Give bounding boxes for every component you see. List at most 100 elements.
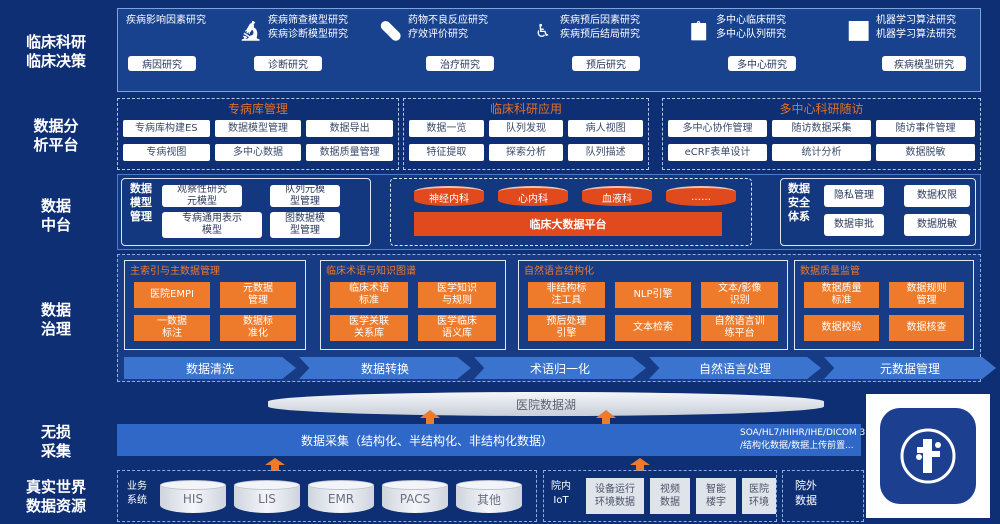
clinical-bigdata-platform[interactable]: 临床大数据平台 [414, 212, 722, 236]
analysis-item[interactable]: 队列描述 [568, 144, 643, 161]
security-item[interactable]: 隐私管理 [824, 185, 884, 207]
up-arrow-icon [420, 410, 440, 424]
iot-item[interactable]: 视频 数据 [650, 478, 690, 514]
department-cylinder[interactable]: 心内科 [498, 186, 568, 206]
pipeline-step[interactable]: 数据清洗 [124, 357, 296, 379]
department-cylinder[interactable]: …… [666, 186, 736, 206]
governance-item[interactable]: 医学知识 与规则 [418, 282, 496, 308]
analysis-item[interactable]: 多中心数据 [214, 144, 302, 161]
analysis-item[interactable]: 随访事件管理 [876, 120, 975, 137]
governance-item[interactable]: 文本/影像 识别 [701, 282, 778, 308]
business-label: 业务 系统 [127, 481, 147, 506]
wheelchair-icon: ♿ [534, 20, 552, 42]
governance-item[interactable]: 医院EMPI [134, 282, 210, 308]
microscope-icon: 🔬 [239, 20, 263, 42]
analysis-group-title: 多中心科研随访 [779, 102, 864, 116]
business-system-cylinder[interactable]: EMR [308, 480, 374, 514]
iot-label: 院内 IoT [551, 481, 571, 506]
security-item[interactable]: 数据脱敏 [904, 214, 970, 236]
governance-item[interactable]: 非结构标 注工具 [528, 282, 605, 308]
governance-item[interactable]: 数据规则 管理 [889, 282, 964, 308]
business-system-cylinder[interactable]: HIS [160, 480, 226, 514]
analysis-item[interactable]: 专病库构建ES [123, 120, 210, 137]
model-mgmt-title: 数据 模型 管理 [130, 182, 152, 223]
collection-standards: SOA/HL7/HIHR/IHE/DICOM 3... /结构化数据/数据上传前… [740, 427, 866, 455]
governance-item[interactable]: 数据标 准化 [220, 315, 296, 341]
analysis-item[interactable]: 统计分析 [772, 144, 871, 161]
analysis-item[interactable]: 探索分析 [488, 144, 564, 161]
decision-item-line1: 疾病筛查模型研究 [268, 15, 348, 26]
decision-button[interactable]: 预后研究 [572, 56, 640, 71]
decision-item-line1: 多中心临床研究 [716, 15, 786, 26]
business-system-cylinder[interactable]: PACS [382, 480, 448, 514]
decision-item-line2: 机器学习算法研究 [876, 29, 956, 40]
report-icon: 📋 [687, 20, 711, 42]
pipeline-step[interactable]: 术语归一化 [474, 357, 646, 379]
analysis-group-title: 临床科研应用 [489, 102, 562, 116]
decision-button[interactable]: 治疗研究 [426, 56, 494, 71]
governance-item[interactable]: 数据校验 [804, 315, 879, 341]
governance-item[interactable]: 临床术语 标准 [330, 282, 408, 308]
analysis-item[interactable]: 特征提取 [409, 144, 484, 161]
side-label-governance: 数据 治理 [40, 301, 71, 338]
data-lake: 医院数据湖 [268, 392, 824, 416]
analysis-item[interactable]: 病人视图 [568, 120, 643, 137]
governance-item[interactable]: 预后处理 引擎 [528, 315, 605, 341]
chart-icon: 📈 [847, 20, 871, 42]
iot-item[interactable]: 智能 楼宇 [696, 478, 736, 514]
governance-item[interactable]: 医学临床 语义库 [418, 315, 496, 341]
side-label-sources: 真实世界 数据资源 [25, 478, 86, 515]
governance-item[interactable]: 一数据 标注 [134, 315, 210, 341]
decision-button[interactable]: 多中心研究 [728, 56, 796, 71]
analysis-item[interactable]: 数据脱敏 [876, 144, 975, 161]
governance-item[interactable]: 元数据 管理 [220, 282, 296, 308]
analysis-item[interactable]: 数据一览 [409, 120, 484, 137]
pipeline-step[interactable]: 元数据管理 [824, 357, 996, 379]
governance-group-title: 临床术语与知识图谱 [326, 266, 416, 277]
model-item[interactable]: 队列元模 型管理 [270, 184, 340, 207]
collection-label: 数据采集（结构化、半结构化、非结构化数据） [300, 433, 553, 448]
pipeline-step[interactable]: 数据转换 [299, 357, 471, 379]
analysis-item[interactable]: 随访数据采集 [772, 120, 871, 137]
decision-item-line1: 药物不良反应研究 [408, 15, 488, 26]
app-logo-icon [880, 408, 976, 504]
analysis-item[interactable]: eCRF表单设计 [668, 144, 767, 161]
governance-item[interactable]: 数据质量 标准 [804, 282, 879, 308]
governance-item[interactable]: 文本检索 [614, 315, 692, 341]
analysis-item[interactable]: 专病视图 [123, 144, 210, 161]
app-logo [866, 394, 990, 518]
model-item[interactable]: 专病通用表示 模型 [162, 212, 262, 238]
analysis-item[interactable]: 队列发现 [488, 120, 564, 137]
department-cylinder[interactable]: 血液科 [582, 186, 652, 206]
governance-item[interactable]: NLP引擎 [614, 282, 692, 308]
analysis-item[interactable]: 数据质量管理 [306, 144, 393, 161]
decision-item-line2: 疾病诊断模型研究 [268, 29, 348, 40]
business-system-cylinder[interactable]: 其他 [456, 480, 522, 514]
governance-item[interactable]: 自然语言训 练平台 [701, 315, 778, 341]
pipeline-step[interactable]: 自然语言处理 [649, 357, 821, 379]
business-system-cylinder[interactable]: LIS [234, 480, 300, 514]
cylinder-top [382, 480, 448, 490]
decision-item-line2: 疗效评价研究 [408, 29, 468, 40]
department-cylinder[interactable]: 神经内科 [414, 186, 484, 206]
security-item[interactable]: 数据权限 [904, 185, 970, 207]
cylinder-top [456, 480, 522, 490]
decision-button[interactable]: 疾病模型研究 [882, 56, 966, 71]
analysis-item[interactable]: 数据导出 [306, 120, 393, 137]
security-item[interactable]: 数据审批 [824, 214, 884, 236]
decision-button[interactable]: 病因研究 [128, 56, 196, 71]
model-item[interactable]: 图数据模 型管理 [270, 212, 340, 238]
governance-item[interactable]: 医学关联 关系库 [330, 315, 408, 341]
decision-button[interactable]: 诊断研究 [254, 56, 322, 71]
governance-item[interactable]: 数据核查 [889, 315, 964, 341]
analysis-item[interactable]: 数据模型管理 [214, 120, 302, 137]
security-title: 数据 安全 体系 [788, 182, 810, 223]
side-label-collection: 无损 采集 [40, 423, 71, 460]
side-label-analysis: 数据分 析平台 [33, 117, 79, 154]
iot-item[interactable]: 医院 环境 [742, 478, 776, 514]
pill-icon: 💊 [379, 20, 403, 42]
governance-group-title: 主索引与主数据管理 [130, 266, 220, 277]
analysis-item[interactable]: 多中心协作管理 [668, 120, 767, 137]
iot-item[interactable]: 设备运行 环境数据 [586, 478, 644, 514]
model-item[interactable]: 观察性研究 元模型 [162, 184, 242, 207]
